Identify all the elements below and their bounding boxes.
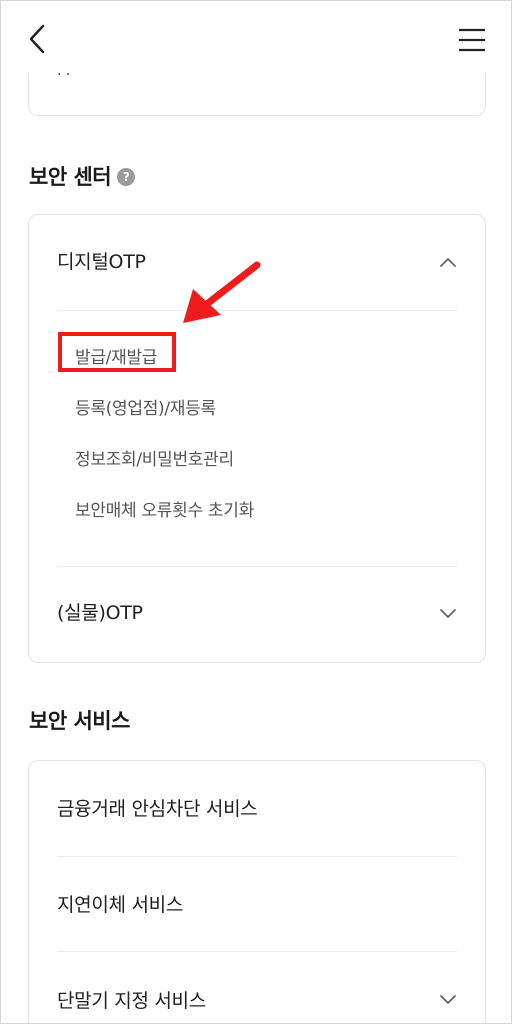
top-bar bbox=[1, 1, 511, 73]
red-arrow-annotation bbox=[183, 261, 261, 323]
chevron-down-icon[interactable] bbox=[439, 993, 457, 1005]
service-item-device-designation[interactable]: 단말기 지정 서비스 bbox=[57, 986, 206, 1013]
chevron-left-icon bbox=[29, 24, 45, 54]
back-button[interactable] bbox=[23, 21, 53, 57]
digital-otp-label: 디지털OTP bbox=[57, 251, 146, 273]
help-icon[interactable]: ? bbox=[117, 168, 136, 186]
divider bbox=[57, 856, 457, 857]
security-center-title-text: 보안 센터 bbox=[29, 165, 112, 189]
security-services-card: 금융거래 안심차단 서비스 지연이체 서비스 단말기 지정 서비스 bbox=[28, 760, 486, 1023]
chevron-down-icon[interactable] bbox=[439, 607, 457, 619]
service-item-delayed-transfer[interactable]: 지연이체 서비스 bbox=[57, 890, 183, 917]
physical-otp-label: (실물)OTP bbox=[57, 602, 143, 624]
app-screen: · · 보안 센터? 디지털OTP 발급/재발급 등록(영업점)/재등록 정보조… bbox=[0, 0, 512, 1024]
divider bbox=[57, 951, 457, 952]
security-center-title: 보안 센터? bbox=[29, 161, 136, 191]
digital-otp-item-register[interactable]: 등록(영업점)/재등록 bbox=[75, 394, 216, 419]
hamburger-menu-icon bbox=[459, 28, 485, 52]
service-item-safe-block[interactable]: 금융거래 안심차단 서비스 bbox=[57, 794, 258, 821]
divider bbox=[57, 566, 457, 567]
digital-otp-item-reset-errors[interactable]: 보안매체 오류횟수 초기화 bbox=[75, 496, 254, 521]
digital-otp-item-info-password[interactable]: 정보조회/비밀번호관리 bbox=[75, 445, 234, 470]
chevron-up-icon[interactable] bbox=[439, 256, 457, 268]
digital-otp-item-issue[interactable]: 발급/재발급 bbox=[75, 343, 157, 368]
physical-otp-header[interactable]: (실물)OTP bbox=[57, 593, 457, 633]
security-services-title: 보안 서비스 bbox=[29, 709, 130, 733]
menu-button[interactable] bbox=[457, 27, 487, 53]
